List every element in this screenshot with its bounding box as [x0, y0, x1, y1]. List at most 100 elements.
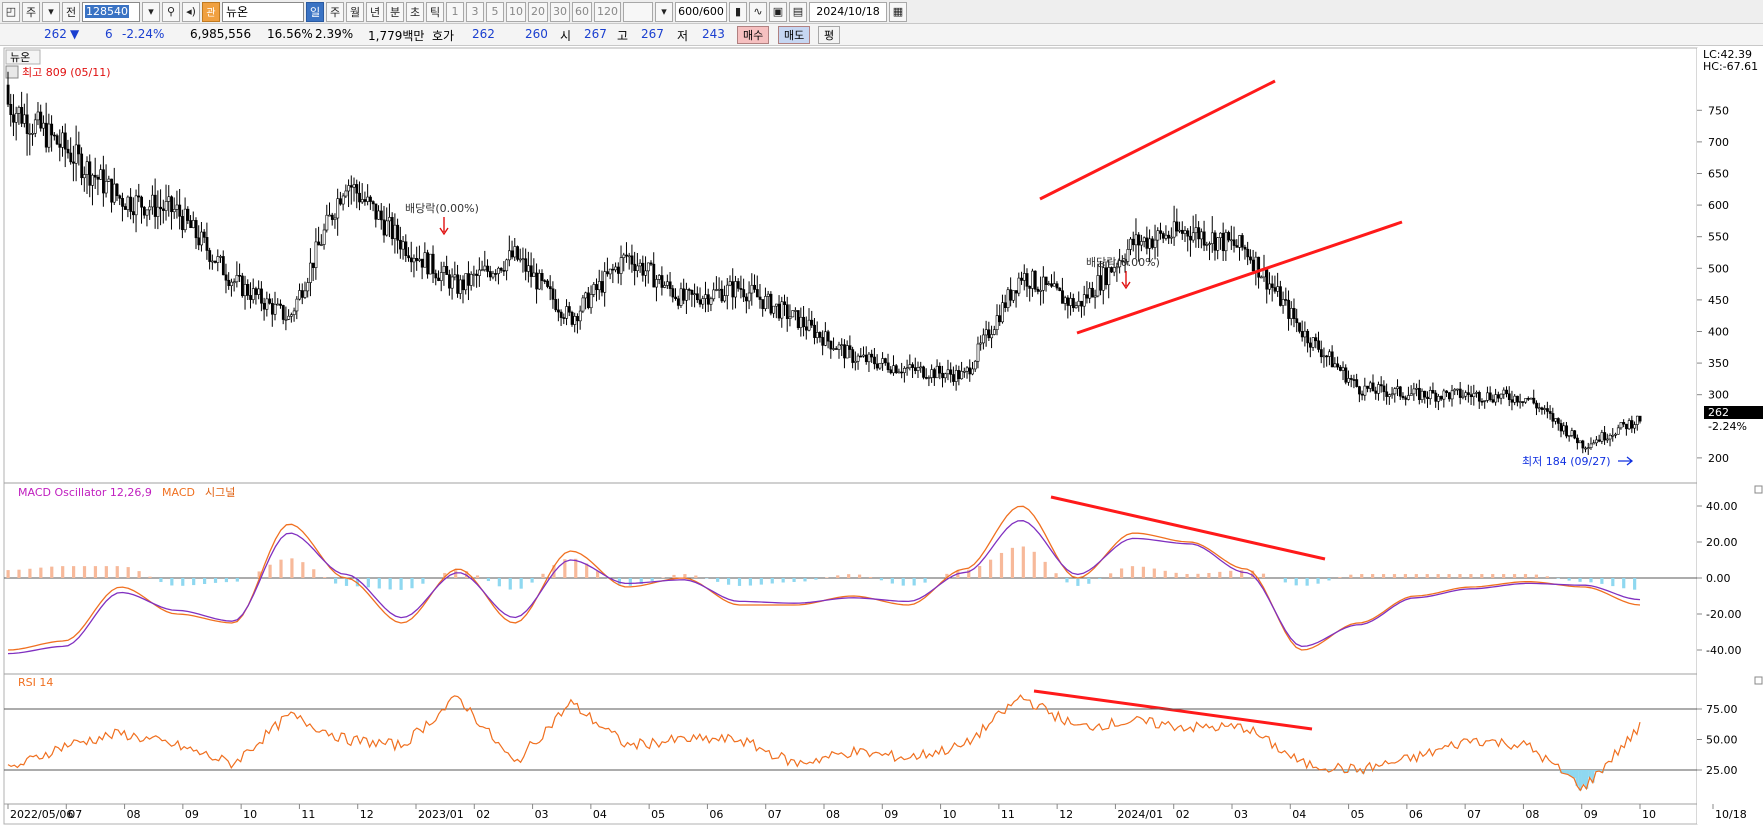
interval-60-button[interactable]: 60	[572, 1, 592, 22]
candle-body	[761, 299, 765, 309]
code-dropdown-icon[interactable]: ▾	[142, 1, 160, 22]
stock-chart[interactable]: 뉴온 최고 809 (05/11) LC:42.39 HC:-67.61 750…	[0, 46, 1763, 825]
macd-osc-bar	[912, 578, 916, 586]
candle-body	[205, 237, 209, 251]
candle-body	[1398, 386, 1402, 397]
candle-body	[943, 373, 947, 379]
current-price-text: 262	[1708, 406, 1729, 419]
macd-osc-bar	[748, 578, 753, 586]
candle-body	[276, 303, 280, 306]
quote-open: 267	[584, 27, 607, 41]
candle-body	[401, 241, 405, 250]
flat-button[interactable]: 평	[818, 26, 841, 44]
period-day-button[interactable]: 일	[306, 1, 324, 22]
candle-body	[701, 298, 705, 305]
period-selector[interactable]: 주	[22, 1, 40, 22]
candle-body	[785, 304, 789, 319]
candle-body	[870, 353, 874, 358]
save-icon[interactable]: ▣	[769, 1, 787, 22]
candle-body	[578, 310, 582, 322]
candle-body	[102, 169, 105, 194]
interval-30-button[interactable]: 30	[550, 1, 570, 22]
interval-3-button[interactable]: 3	[466, 1, 484, 22]
candle-body	[344, 190, 348, 197]
period-dropdown-icon[interactable]: ▾	[42, 1, 60, 22]
candle-body	[933, 369, 936, 379]
macd-tick-label: 20.00	[1706, 536, 1738, 549]
candle-body	[1071, 298, 1075, 309]
macd-panel-close-icon[interactable]	[1754, 485, 1763, 494]
search-icon[interactable]: ⚲	[162, 1, 180, 22]
rsi-panel-close-icon[interactable]	[1754, 676, 1763, 685]
interval-120-button[interactable]: 120	[594, 1, 621, 22]
candle-body	[1134, 234, 1138, 246]
candle-body	[1042, 276, 1045, 291]
candle-body	[625, 254, 628, 257]
toolbar: ◰ 주 ▾ 전 128540 ▾ ⚲ ◂) 관 뉴온 일 주 월 년 분 초 틱…	[0, 0, 1763, 24]
stock-code-input[interactable]: 128540	[82, 1, 140, 22]
interval-5-button[interactable]: 5	[486, 1, 504, 22]
x-tick-label: 12	[1059, 808, 1073, 821]
period-year-button[interactable]: 년	[366, 1, 384, 22]
buy-button[interactable]: 매수	[737, 26, 770, 44]
candle-body	[1044, 276, 1048, 285]
macd-osc-bar	[104, 566, 108, 578]
view-mode-selector[interactable]: 전	[62, 1, 80, 22]
price-tick-label: 700	[1708, 136, 1729, 149]
interval-10-button[interactable]: 10	[506, 1, 526, 22]
candle-body	[562, 317, 566, 319]
x-tick-label: 12	[360, 808, 374, 821]
macd-osc-bar	[1119, 568, 1124, 578]
candle-body	[1339, 366, 1342, 371]
interval-20-button[interactable]: 20	[528, 1, 548, 22]
candle-body	[50, 123, 54, 136]
window-menu-icon[interactable]: ◰	[2, 1, 20, 22]
settings-icon[interactable]: ▤	[789, 1, 807, 22]
x-tick-label: 09	[1584, 808, 1598, 821]
quote-volume: 6,985,556	[190, 27, 252, 41]
interval-1-button[interactable]: 1	[446, 1, 464, 22]
candle-body	[1033, 270, 1037, 290]
favorite-badge-icon[interactable]: 관	[202, 1, 220, 22]
candle-body	[984, 329, 988, 336]
candle-body	[696, 293, 699, 301]
candle-body	[194, 220, 198, 239]
interval-dropdown-icon[interactable]: ▾	[655, 1, 673, 22]
scroll-icon[interactable]: ▮	[729, 1, 747, 22]
period-second-button[interactable]: 초	[406, 1, 424, 22]
candle-body	[42, 122, 45, 129]
period-minute-button[interactable]: 분	[386, 1, 404, 22]
macd-osc-bar	[999, 552, 1004, 578]
candle-body	[1576, 437, 1579, 444]
sound-icon[interactable]: ◂)	[182, 1, 200, 22]
candle-body	[156, 206, 160, 217]
data-count-field[interactable]: 600/600	[675, 1, 727, 22]
candle-body	[1140, 241, 1143, 246]
candle-body	[960, 371, 964, 380]
candle-body	[1330, 351, 1334, 368]
candle-body	[12, 114, 15, 123]
candle-body	[736, 281, 740, 289]
period-tick-button[interactable]: 틱	[426, 1, 444, 22]
period-week-button[interactable]: 주	[326, 1, 344, 22]
period-month-button[interactable]: 월	[346, 1, 364, 22]
candle-body	[1322, 355, 1326, 358]
candle-body	[311, 262, 315, 268]
sell-button[interactable]: 매도	[778, 26, 811, 44]
price-tick-label: 550	[1708, 231, 1729, 244]
candle-body	[1099, 275, 1103, 291]
calendar-icon[interactable]: ▦	[889, 1, 907, 22]
quote-change: 6	[105, 27, 113, 41]
interval-custom-input[interactable]	[623, 1, 653, 22]
date-field[interactable]: 2024/10/18	[809, 1, 887, 22]
macd-osc-bar	[159, 578, 163, 583]
stock-label: 뉴온	[10, 51, 30, 64]
stock-name-field[interactable]: 뉴온	[222, 1, 304, 22]
candle-body	[1385, 391, 1389, 397]
candle-body	[1298, 322, 1301, 332]
indicator-icon[interactable]: ∿	[749, 1, 767, 22]
macd-osc-bar	[71, 566, 76, 578]
candle-body	[216, 256, 220, 263]
candle-body	[886, 362, 890, 371]
candle-body	[859, 355, 863, 358]
